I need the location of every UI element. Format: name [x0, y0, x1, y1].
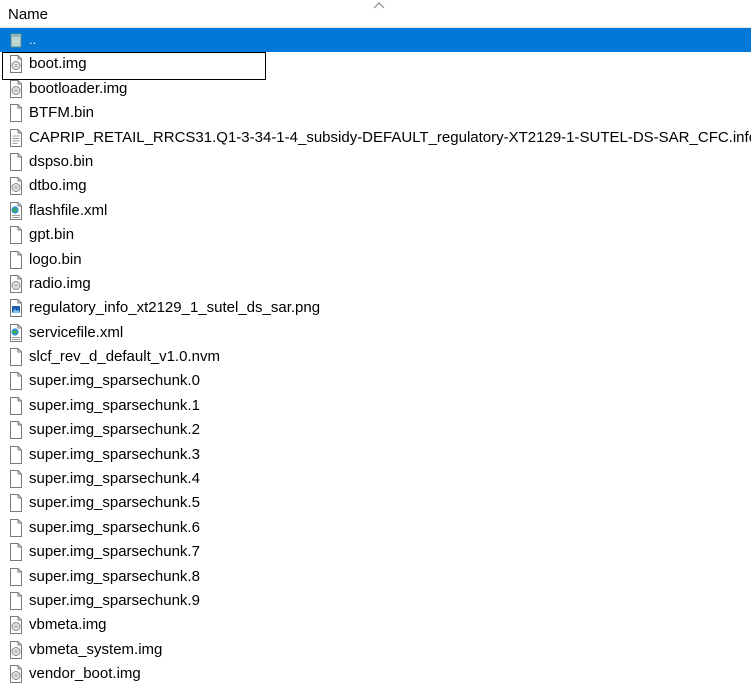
blank-file-icon — [8, 567, 24, 586]
disk-image-icon — [8, 55, 24, 74]
file-name: flashfile.xml — [29, 201, 108, 219]
file-name: bootloader.img — [29, 79, 128, 97]
file-row[interactable]: gpt.bin — [0, 223, 751, 247]
blank-file-icon — [8, 543, 24, 562]
file-row[interactable]: dspso.bin — [0, 150, 751, 174]
file-name: dtbo.img — [29, 177, 87, 195]
file-name: boot.img — [29, 55, 87, 73]
disk-image-icon — [8, 274, 24, 293]
file-list: .. boot.img bootloader.img BTFM.bin CAPRIP_R… — [0, 28, 751, 687]
column-header-name[interactable]: Name — [8, 6, 48, 24]
file-name: super.img_sparsechunk.9 — [29, 591, 200, 609]
blank-file-icon — [8, 250, 24, 269]
xml-file-icon — [8, 323, 24, 342]
blank-file-icon — [8, 226, 24, 245]
folder-up-icon — [8, 31, 24, 49]
file-row[interactable]: dtbo.img — [0, 174, 751, 198]
blank-file-icon — [8, 348, 24, 367]
file-name: super.img_sparsechunk.6 — [29, 518, 200, 536]
file-name: super.img_sparsechunk.5 — [29, 494, 200, 512]
file-name: super.img_sparsechunk.7 — [29, 543, 200, 561]
sort-ascending-icon — [373, 2, 385, 9]
file-row[interactable]: super.img_sparsechunk.9 — [0, 589, 751, 613]
disk-image-icon — [8, 640, 24, 659]
file-name: super.img_sparsechunk.4 — [29, 470, 200, 488]
blank-file-icon — [8, 421, 24, 440]
blank-file-icon — [8, 470, 24, 489]
file-name: CAPRIP_RETAIL_RRCS31.Q1-3-34-1-4_subsidy… — [29, 128, 751, 146]
disk-image-icon — [8, 616, 24, 635]
file-row[interactable]: servicefile.xml — [0, 321, 751, 345]
file-row[interactable]: BTFM.bin — [0, 101, 751, 125]
file-row[interactable]: super.img_sparsechunk.8 — [0, 565, 751, 589]
file-row[interactable]: super.img_sparsechunk.7 — [0, 540, 751, 564]
file-name: .. — [29, 32, 37, 47]
file-name: logo.bin — [29, 250, 82, 268]
file-name: super.img_sparsechunk.8 — [29, 567, 200, 585]
text-file-icon — [8, 128, 24, 147]
file-name: dspso.bin — [29, 152, 94, 170]
file-name: radio.img — [29, 274, 91, 292]
file-row[interactable]: regulatory_info_xt2129_1_sutel_ds_sar.pn… — [0, 296, 751, 320]
disk-image-icon — [8, 79, 24, 98]
blank-file-icon — [8, 104, 24, 123]
file-name: vbmeta.img — [29, 616, 107, 634]
file-row[interactable]: super.img_sparsechunk.6 — [0, 516, 751, 540]
blank-file-icon — [8, 152, 24, 171]
file-name: super.img_sparsechunk.2 — [29, 421, 200, 439]
file-row[interactable]: bootloader.img — [0, 77, 751, 101]
file-row[interactable]: flashfile.xml — [0, 199, 751, 223]
file-row[interactable]: vendor_boot.img — [0, 662, 751, 686]
disk-image-icon — [8, 177, 24, 196]
file-row[interactable]: super.img_sparsechunk.2 — [0, 418, 751, 442]
file-row[interactable]: radio.img — [0, 272, 751, 296]
blank-file-icon — [8, 591, 24, 610]
file-row[interactable]: super.img_sparsechunk.0 — [0, 369, 751, 393]
file-name: vbmeta_system.img — [29, 640, 163, 658]
file-row[interactable]: super.img_sparsechunk.1 — [0, 394, 751, 418]
blank-file-icon — [8, 396, 24, 415]
blank-file-icon — [8, 445, 24, 464]
file-row[interactable]: vbmeta_system.img — [0, 638, 751, 662]
file-name: vendor_boot.img — [29, 665, 141, 683]
file-row[interactable]: super.img_sparsechunk.3 — [0, 443, 751, 467]
file-name: BTFM.bin — [29, 104, 95, 122]
file-row[interactable]: vbmeta.img — [0, 613, 751, 637]
file-row[interactable]: slcf_rev_d_default_v1.0.nvm — [0, 345, 751, 369]
file-row[interactable]: super.img_sparsechunk.4 — [0, 467, 751, 491]
file-row[interactable]: .. — [0, 28, 751, 53]
file-name: gpt.bin — [29, 226, 75, 244]
blank-file-icon — [8, 518, 24, 537]
xml-file-icon — [8, 201, 24, 220]
file-name: super.img_sparsechunk.0 — [29, 372, 200, 390]
file-name: super.img_sparsechunk.1 — [29, 396, 200, 414]
column-header-bar: Name — [0, 0, 751, 28]
file-row[interactable]: boot.img — [0, 52, 751, 81]
file-row[interactable]: logo.bin — [0, 248, 751, 272]
blank-file-icon — [8, 372, 24, 391]
disk-image-icon — [8, 665, 24, 684]
blank-file-icon — [8, 494, 24, 513]
file-row[interactable]: CAPRIP_RETAIL_RRCS31.Q1-3-34-1-4_subsidy… — [0, 126, 751, 150]
file-name: slcf_rev_d_default_v1.0.nvm — [29, 348, 220, 366]
file-name: regulatory_info_xt2129_1_sutel_ds_sar.pn… — [29, 299, 321, 317]
file-name: servicefile.xml — [29, 323, 124, 341]
file-row[interactable]: super.img_sparsechunk.5 — [0, 491, 751, 515]
image-file-icon — [8, 299, 24, 318]
file-name: super.img_sparsechunk.3 — [29, 445, 200, 463]
